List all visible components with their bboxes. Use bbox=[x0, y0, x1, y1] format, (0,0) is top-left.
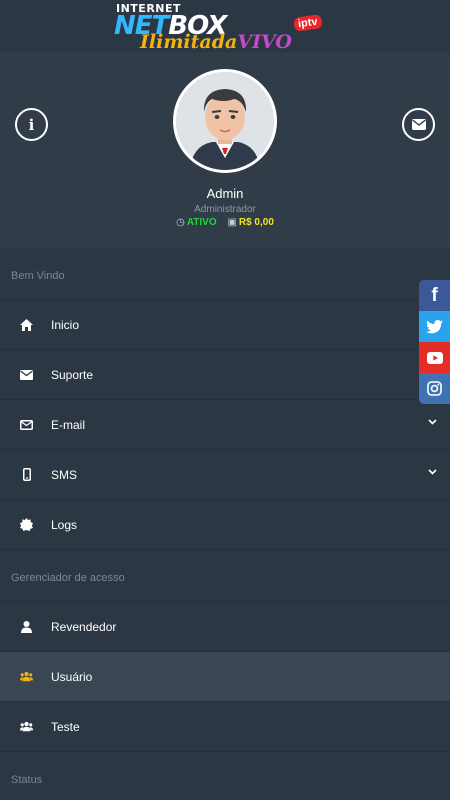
facebook-button[interactable]: f bbox=[419, 280, 450, 311]
menu-item-label: SMS bbox=[51, 467, 78, 482]
menu-item-label: Inicio bbox=[51, 317, 80, 332]
user-role: Administrador bbox=[194, 204, 256, 215]
section-access: Gerenciador de acesso bbox=[0, 550, 450, 602]
menu-item-label: E-mail bbox=[51, 417, 86, 432]
info-button[interactable]: i bbox=[15, 108, 48, 141]
menu-item-sms[interactable]: SMS bbox=[0, 450, 450, 500]
sidebar-menu: Bem Vindo Inicio Suporte E-mail SMS Logs… bbox=[0, 248, 450, 800]
youtube-button[interactable] bbox=[419, 342, 450, 373]
facebook-icon: f bbox=[431, 284, 438, 306]
twitter-icon bbox=[426, 319, 443, 333]
avatar-illustration bbox=[176, 72, 274, 170]
social-bar: f bbox=[419, 280, 450, 404]
twitter-button[interactable] bbox=[419, 311, 450, 342]
menu-item-label: Logs bbox=[51, 517, 78, 532]
brand-ilimitada-vivo: IlimitadaVIVO bbox=[140, 31, 292, 53]
info-icon: i bbox=[28, 115, 35, 134]
envelope-icon bbox=[20, 368, 33, 381]
envelope-outline-icon bbox=[20, 418, 33, 431]
section-welcome: Bem Vindo bbox=[0, 248, 450, 300]
menu-item-suporte[interactable]: Suporte bbox=[0, 350, 450, 400]
menu-item-label: Usuário bbox=[51, 669, 93, 684]
envelope-icon bbox=[411, 119, 426, 130]
status-row: ◷ ATIVO ▣ R$ 0,00 bbox=[0, 217, 450, 228]
clock-icon: ◷ bbox=[176, 217, 185, 228]
status-badge: ATIVO bbox=[186, 217, 217, 228]
youtube-icon bbox=[426, 351, 443, 364]
chevron-down-icon[interactable] bbox=[428, 419, 437, 425]
instagram-button[interactable] bbox=[419, 373, 450, 404]
user-icon bbox=[20, 620, 33, 633]
instagram-icon bbox=[427, 381, 442, 396]
message-button[interactable] bbox=[402, 108, 435, 141]
brand-logo[interactable]: INTERNET NETBOX iptv IlimitadaVIVO bbox=[112, 2, 344, 53]
brand-iptv: iptv bbox=[293, 14, 323, 32]
menu-item-label: Suporte bbox=[51, 367, 94, 382]
section-status: Status bbox=[0, 752, 450, 800]
menu-item-teste[interactable]: Teste bbox=[0, 702, 450, 752]
user-name: Admin bbox=[206, 186, 244, 201]
profile-panel: i Admin Administrador ◷ ATIVO ▣ R$ 0,00 bbox=[0, 52, 450, 248]
balance: ▣ R$ 0,00 bbox=[227, 217, 274, 228]
menu-item-label: Revendedor bbox=[51, 619, 117, 634]
logo-bar: INTERNET NETBOX iptv IlimitadaVIVO bbox=[0, 0, 450, 53]
money-icon: ▣ bbox=[227, 217, 237, 228]
users-icon bbox=[20, 720, 33, 733]
mobile-icon bbox=[20, 468, 33, 481]
menu-item-logs[interactable]: Logs bbox=[0, 500, 450, 550]
certificate-icon bbox=[20, 518, 33, 531]
users-icon bbox=[20, 670, 33, 683]
menu-item-label: Teste bbox=[51, 719, 80, 734]
avatar[interactable] bbox=[173, 69, 277, 173]
home-icon bbox=[20, 318, 33, 331]
menu-item-revendedor[interactable]: Revendedor bbox=[0, 602, 450, 652]
menu-item-usuario[interactable]: Usuário bbox=[0, 652, 450, 702]
chevron-down-icon[interactable] bbox=[428, 469, 437, 475]
menu-item-inicio[interactable]: Inicio bbox=[0, 300, 450, 350]
menu-item-email[interactable]: E-mail bbox=[0, 400, 450, 450]
